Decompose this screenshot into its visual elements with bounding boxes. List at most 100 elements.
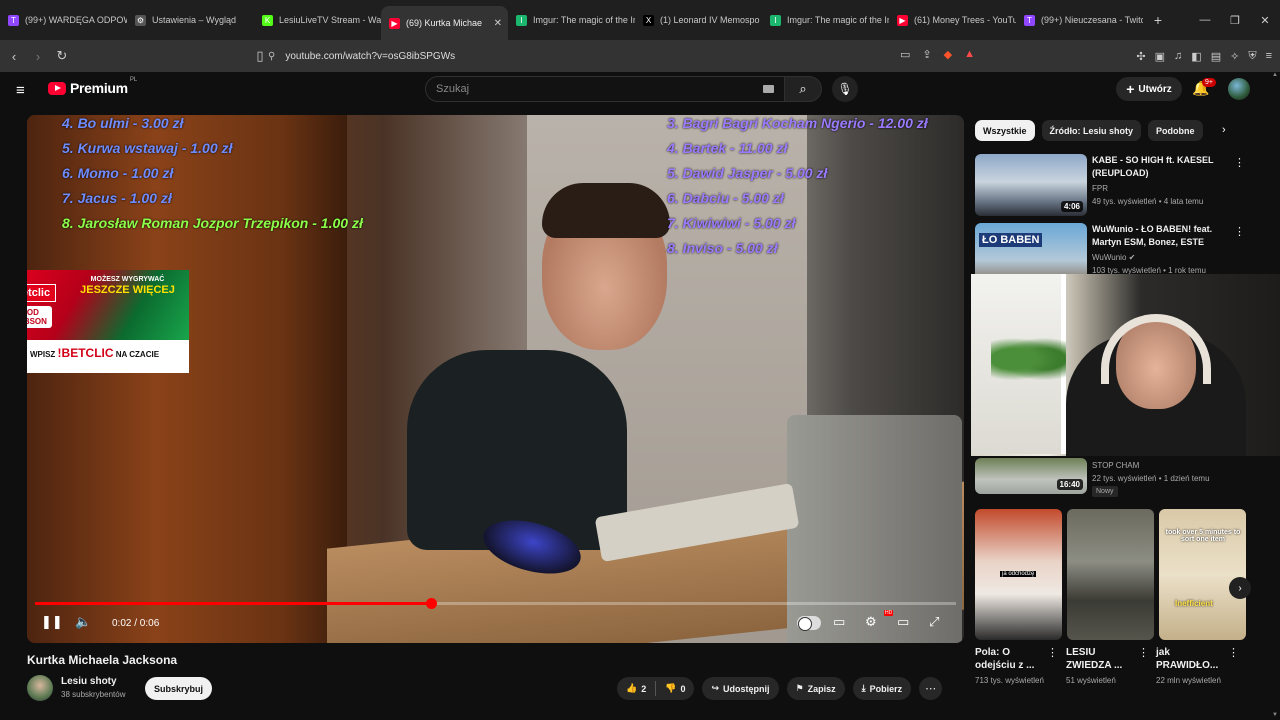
minimize-icon[interactable]: — <box>1190 14 1220 26</box>
short-info: Pola: O odejściu z ... 713 tys. wyświetl… <box>975 646 1062 687</box>
create-button[interactable]: + Utwórz <box>1116 77 1182 101</box>
browser-tab[interactable]: I Imgur: The magic of the In <box>762 0 889 40</box>
browser-tab[interactable]: K LesiuLiveTV Stream - Wat <box>254 0 381 40</box>
more-actions-icon[interactable]: ⋯ <box>919 677 943 700</box>
short-thumbnail-caption: took over 5 minutes to sort one item <box>1165 529 1241 543</box>
volume-icon[interactable]: 🔈 <box>75 614 91 630</box>
tab-favicon-icon: I <box>516 14 527 26</box>
more-vert-icon[interactable]: ⋮ <box>1234 156 1245 169</box>
browser-tab[interactable]: ⚙ Ustawienia – Wygląd <box>127 0 254 40</box>
donation-entry: 8. Jarosław Roman Jozpor Trzepikon - 1.0… <box>62 215 363 231</box>
video-progress-handle[interactable] <box>426 598 438 609</box>
hamburger-menu-icon[interactable]: ≡ <box>16 82 25 99</box>
recommendation-item[interactable]: 4:06 KABE - SO HIGH ft. KAESEL (REUPLOAD… <box>975 154 1255 218</box>
search-button[interactable]: ⌕ <box>784 76 822 102</box>
like-button[interactable]: 👍 2 <box>617 677 655 700</box>
save-button[interactable]: ⚑ Zapisz <box>786 677 845 700</box>
site-info-icon[interactable]: ⚲ <box>268 51 275 62</box>
browser-tab[interactable]: T (99+) Nieuczesana - Twitc <box>1016 0 1143 40</box>
channel-avatar[interactable] <box>27 675 53 701</box>
chip-filter[interactable]: Wszystkie <box>975 120 1035 141</box>
chip-filter[interactable]: Źródło: Lesiu shoty <box>1041 120 1142 141</box>
more-vert-icon[interactable]: ⋮ <box>1234 225 1245 238</box>
channel-name[interactable]: Lesiu shoty <box>61 676 117 687</box>
video-player[interactable]: 4. Bo ulmi - 3.00 zł 5. Kurwa wstawaj - 1… <box>27 115 964 643</box>
share-button[interactable]: ↪ Udostępnij <box>702 677 779 700</box>
fullscreen-icon[interactable]: ⤢ <box>929 614 939 630</box>
voice-search-button[interactable]: 🎙 <box>832 76 858 102</box>
wallet-icon[interactable]: ▤ <box>1211 50 1221 63</box>
recommendation-channel[interactable]: WuWunio ✔ <box>1092 253 1135 262</box>
short-title[interactable]: Pola: O odejściu z ... <box>975 646 1047 672</box>
recommendation-channel[interactable]: FPR <box>1092 184 1108 193</box>
cast-icon[interactable]: ▭ <box>900 48 910 61</box>
recommendation-title[interactable]: WuWunio - ŁO BABEN! feat. Martyn ESM, Bo… <box>1092 223 1227 249</box>
short-title[interactable]: LESIU ZWIEDZA ... <box>1066 646 1138 672</box>
close-window-icon[interactable]: ✕ <box>1250 14 1280 27</box>
theater-mode-icon[interactable]: ▭ <box>897 614 909 630</box>
more-vert-icon[interactable]: ⋮ <box>1138 646 1149 659</box>
browser-tab[interactable]: I Imgur: The magic of the In <box>508 0 635 40</box>
tab-title: (69) Kurtka Michae <box>406 18 483 28</box>
menu-icon[interactable]: ≡ <box>1266 50 1272 62</box>
subscribe-button[interactable]: Subskrybuj <box>145 677 212 700</box>
brave-shield-icon[interactable]: ◆ <box>944 48 952 61</box>
maximize-icon[interactable]: ❐ <box>1220 14 1250 27</box>
chevron-right-icon[interactable]: › <box>1222 124 1226 136</box>
recommendation-channel[interactable]: STOP CHAM <box>1092 461 1139 470</box>
browser-tab[interactable]: X (1) Leonard IV Memospo <box>635 0 762 40</box>
share-page-icon[interactable]: ⇪ <box>922 48 931 61</box>
short-thumbnail[interactable]: ja odchodzę <box>975 509 1062 640</box>
music-icon[interactable]: ♫ <box>1174 50 1182 62</box>
extensions-icon[interactable]: ✣ <box>1136 50 1145 63</box>
recommendation-title[interactable]: KABE - SO HIGH ft. KAESEL (REUPLOAD) <box>1092 154 1227 180</box>
short-thumbnail[interactable]: took over 5 minutes to sort one item Ine… <box>1159 509 1246 640</box>
account-avatar[interactable] <box>1228 78 1250 100</box>
subtitles-icon[interactable]: ▭ <box>833 614 845 630</box>
video-thumbnail[interactable]: 16:40 <box>975 458 1087 494</box>
autoplay-toggle[interactable] <box>797 616 821 631</box>
keyboard-icon[interactable] <box>763 85 774 93</box>
browser-tab[interactable]: ▶ (69) Kurtka Michae ✕ <box>381 6 508 40</box>
more-vert-icon[interactable]: ⋮ <box>1047 646 1058 659</box>
brave-rewards-icon[interactable]: ▲ <box>964 48 975 61</box>
page-scrollbar[interactable]: ▲ ▼ <box>1272 72 1280 720</box>
screenshot-icon[interactable]: ▣ <box>1155 50 1165 63</box>
vpn-icon[interactable]: ⛨ <box>1248 50 1256 63</box>
youtube-logo[interactable]: Premium PL <box>48 77 137 96</box>
recommendation-item[interactable]: 16:40 STOP CHAM 22 tys. wyświetleń • 1 d… <box>975 458 1255 500</box>
chip-filter[interactable]: Podobne <box>1148 120 1203 141</box>
video-thumbnail[interactable]: 4:06 <box>975 154 1087 216</box>
hd-badge: HD <box>884 610 894 616</box>
dislike-button[interactable]: 👎 0 <box>656 677 694 700</box>
scroll-up-icon[interactable]: ▲ <box>1272 72 1278 78</box>
forward-icon[interactable]: › <box>28 49 48 64</box>
url-field[interactable]: ⚲ youtube.com/watch?v=osG8ibSPGWs <box>268 44 988 68</box>
youtube-header: ≡ Premium PL Szukaj ⌕ 🎙 + Utwórz 🔔 9+ <box>0 72 1280 106</box>
tab-title: (99+) WARDĘGA ODPOWI <box>25 15 127 25</box>
youtube-play-icon <box>48 81 66 95</box>
back-icon[interactable]: ‹ <box>4 49 24 64</box>
browser-tab[interactable]: T (99+) WARDĘGA ODPOWI <box>0 0 127 40</box>
search-input[interactable]: Szukaj <box>425 76 785 102</box>
tab-favicon-icon: ⚙ <box>135 14 146 26</box>
settings-gear-icon[interactable]: ⚙ <box>865 614 877 630</box>
donation-entry: 4. Bo ulmi - 3.00 zł <box>62 115 184 131</box>
download-button[interactable]: ⤓ Pobierz <box>852 677 912 700</box>
pause-icon[interactable]: ❚❚ <box>41 614 63 630</box>
browser-tab[interactable]: ▶ (61) Money Trees - YouTu <box>889 0 1016 40</box>
video-progress-bar[interactable] <box>35 598 956 609</box>
short-title[interactable]: jak PRAWIDŁO... <box>1156 646 1228 672</box>
close-tab-icon[interactable]: ✕ <box>494 18 502 29</box>
more-vert-icon[interactable]: ⋮ <box>1228 646 1239 659</box>
shorts-next-icon[interactable]: › <box>1229 577 1251 599</box>
bookmark-icon[interactable]: ▯ <box>250 48 270 64</box>
donation-list-right: 3. Bagri Bagri Kocham Ngerio - 12.00 zł 4… <box>667 115 928 265</box>
sidebar-icon[interactable]: ◧ <box>1191 50 1201 63</box>
channel-label: WuWunio <box>1092 253 1127 262</box>
short-thumbnail[interactable] <box>1067 509 1154 640</box>
new-tab-button[interactable]: + <box>1143 12 1173 28</box>
reload-icon[interactable]: ↻ <box>52 48 72 64</box>
leo-ai-icon[interactable]: ✧ <box>1230 50 1239 63</box>
scroll-down-icon[interactable]: ▼ <box>1272 712 1278 718</box>
